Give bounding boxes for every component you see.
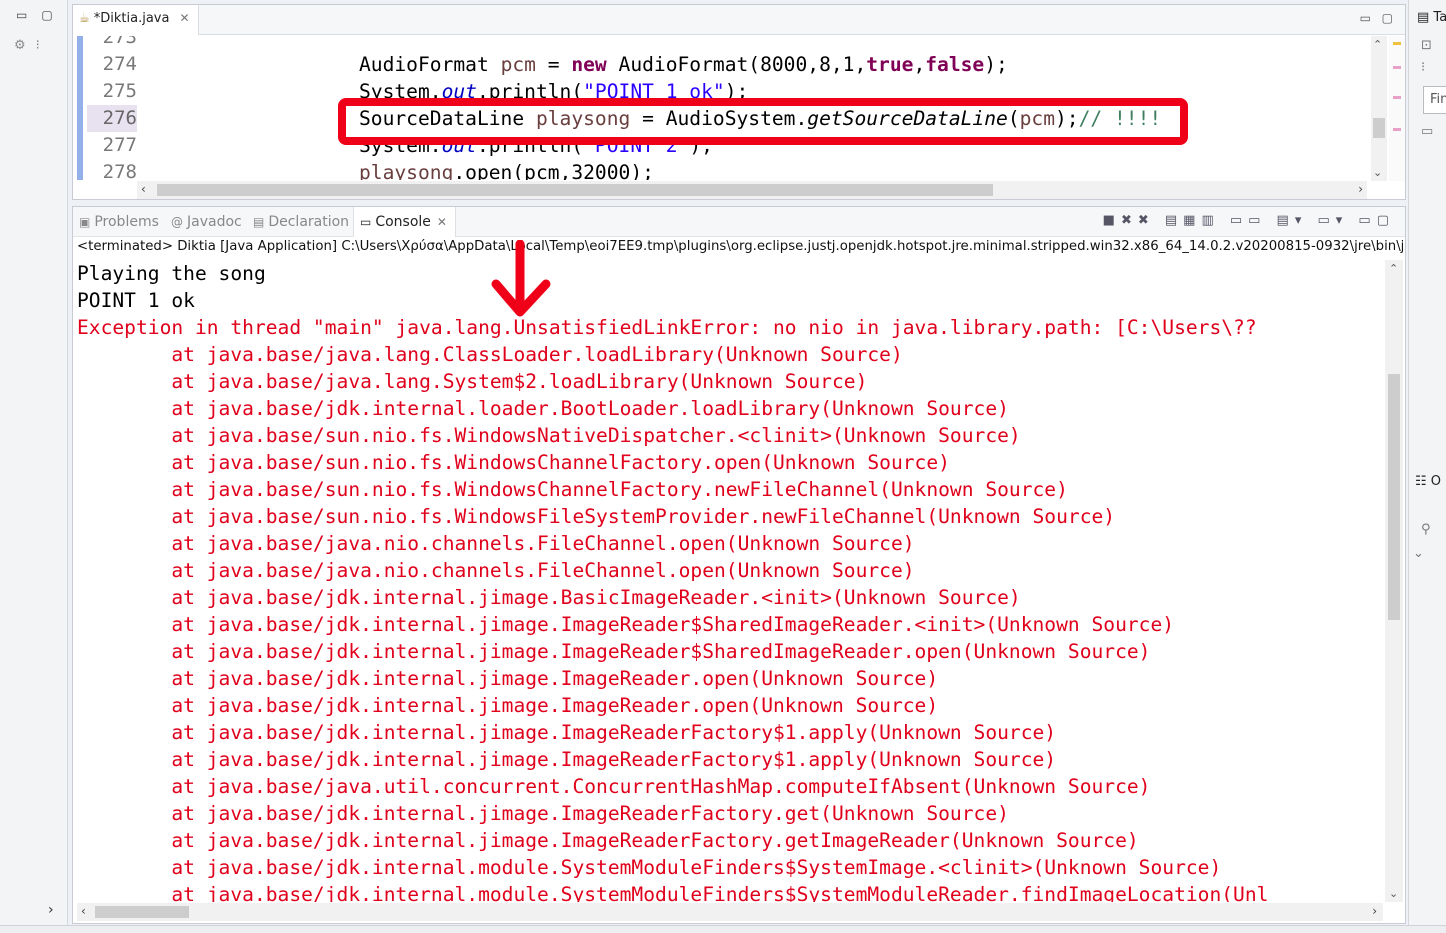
right-trim-bar: ▤ Ta ⊡ ⁝ Fin ▭ ☷ O ⚲ ⌄ [1408, 0, 1446, 933]
chevron-right-icon[interactable]: › [48, 902, 54, 918]
line-number-current: 276 [87, 105, 137, 132]
bottom-tab-bar: ▣ Problems @ Javadoc ▤ Declaration ▭ Console… [73, 207, 1405, 237]
stack-trace-line[interactable]: at java.base/jdk.internal.jimage.ImageRe… [77, 719, 1383, 746]
stack-trace-line[interactable]: at java.base/java.lang.ClassLoader.loadL… [77, 341, 1383, 368]
outline-tab[interactable]: ☷ O [1415, 474, 1441, 489]
stack-trace-line[interactable]: at java.base/jdk.internal.jimage.ImageRe… [77, 746, 1383, 773]
line-number-ruler: 273 274 275 276 277 278 [87, 36, 137, 180]
editor-vertical-scrollbar[interactable]: ⌃ ⌄ [1371, 36, 1387, 181]
stack-trace-line[interactable]: at java.base/jdk.internal.jimage.ImageRe… [77, 611, 1383, 638]
stack-trace-line[interactable]: at java.base/sun.nio.fs.WindowsChannelFa… [77, 476, 1383, 503]
code-line-278[interactable]: playsong.open(pcm,32000); [359, 159, 1161, 180]
javadoc-icon: @ [171, 215, 183, 229]
java-file-icon: ☕ [79, 11, 90, 25]
stack-trace-line[interactable]: at java.base/sun.nio.fs.WindowsFileSyste… [77, 503, 1383, 530]
problems-icon: ▣ [79, 215, 91, 229]
scroll-thumb[interactable] [95, 906, 189, 918]
stack-trace-line[interactable]: at java.base/jdk.internal.jimage.ImageRe… [77, 827, 1383, 854]
code-line-274[interactable]: AudioFormat pcm = new AudioFormat(8000,8… [359, 51, 1161, 78]
more-icon[interactable]: ⁝ [1421, 60, 1425, 75]
scroll-up-icon[interactable]: ⌃ [1389, 262, 1398, 275]
stack-trace-line[interactable]: at java.base/sun.nio.fs.WindowsChannelFa… [77, 449, 1383, 476]
code-line-277[interactable]: System.out.println("POINT 2"); [359, 132, 1161, 159]
tree-node-icon[interactable]: ⚲ [1421, 522, 1431, 537]
tab-declaration[interactable]: ▤ Declaration [253, 207, 349, 237]
java-editor: ☕ *Diktia.java ✕ ▭ ▢ 273 274 275 276 277… [72, 4, 1406, 200]
console-view: ▣ Problems @ Javadoc ▤ Declaration ▭ Console… [72, 206, 1406, 924]
annotation-marker[interactable] [1393, 96, 1401, 99]
stack-trace-line[interactable]: at java.base/java.nio.channels.FileChann… [77, 530, 1383, 557]
line-number: 274 [102, 53, 137, 75]
console-icon: ▭ [360, 215, 372, 229]
minimize-icon[interactable]: ▭ [1360, 11, 1371, 25]
scroll-thumb[interactable] [157, 184, 993, 196]
scroll-thumb[interactable] [1373, 118, 1385, 138]
declaration-icon: ▤ [253, 215, 265, 229]
editor-horizontal-scrollbar[interactable]: ‹ › [137, 181, 1367, 199]
chevron-down-icon[interactable]: ⌄ [1413, 546, 1424, 561]
console-vertical-scrollbar[interactable]: ⌃ ⌄ [1385, 260, 1403, 902]
left-trim-view-icons[interactable]: ⚙⁝ [14, 38, 50, 53]
console-toolbar[interactable]: ■✖✖ ▤▦▥ ▭▭ ▤▾ ▭▾ ▭▢ [1103, 213, 1395, 228]
left-trim-bar: ▭▢ ⚙⁝ › [0, 0, 68, 933]
stack-trace-line[interactable]: at java.base/jdk.internal.loader.BootLoa… [77, 395, 1383, 422]
close-icon[interactable]: ✕ [437, 215, 447, 229]
right-trim-tab[interactable]: ▤ Ta [1417, 10, 1446, 25]
stack-trace-line[interactable]: at java.base/java.lang.System$2.loadLibr… [77, 368, 1383, 395]
scroll-up-icon[interactable]: ⌃ [1373, 38, 1382, 51]
scroll-right-icon[interactable]: › [1358, 182, 1363, 196]
console-line: Playing the song [77, 262, 266, 285]
new-task-icon[interactable]: ⊡ [1421, 38, 1432, 53]
launch-description: <terminated> Diktia [Java Application] C… [77, 239, 1403, 254]
gutter-marker [77, 36, 83, 180]
maximize-icon[interactable]: ▢ [1382, 11, 1393, 25]
tab-javadoc[interactable]: @ Javadoc [171, 207, 242, 237]
filter-icon[interactable]: ▭ [1421, 124, 1433, 139]
stack-trace-line[interactable]: at java.base/java.nio.channels.FileChann… [77, 557, 1383, 584]
tab-console[interactable]: ▭ Console ✕ [353, 207, 456, 237]
code-lines[interactable]: AudioFormat pcm = new AudioFormat(8000,8… [359, 36, 1161, 180]
code-line-276[interactable]: SourceDataLine playsong = AudioSystem.ge… [359, 105, 1161, 132]
find-input[interactable]: Fin [1423, 86, 1446, 114]
scroll-left-icon[interactable]: ‹ [81, 904, 86, 918]
stack-trace-line[interactable]: at java.base/jdk.internal.jimage.BasicIm… [77, 584, 1383, 611]
line-number: 273 [102, 36, 137, 48]
line-number: 277 [102, 134, 137, 156]
left-trim-window-controls[interactable]: ▭▢ [16, 8, 67, 22]
warning-marker[interactable] [1393, 42, 1401, 45]
console-line: POINT 1 ok [77, 289, 195, 312]
editor-tab-title: *Diktia.java [93, 11, 170, 26]
stack-trace-line[interactable]: at java.base/jdk.internal.jimage.ImageRe… [77, 665, 1383, 692]
stack-trace-line[interactable]: at java.base/java.util.concurrent.Concur… [77, 773, 1383, 800]
tab-problems[interactable]: ▣ Problems [79, 207, 159, 237]
close-icon[interactable]: ✕ [179, 11, 189, 35]
stack-trace-line[interactable]: at java.base/jdk.internal.jimage.ImageRe… [77, 800, 1383, 827]
console-output[interactable]: Playing the song POINT 1 ok Exception in… [77, 260, 1383, 902]
console-horizontal-scrollbar[interactable]: ‹ › [77, 903, 1383, 921]
stack-trace-line[interactable]: at java.base/jdk.internal.jimage.ImageRe… [77, 638, 1383, 665]
scroll-left-icon[interactable]: ‹ [141, 182, 146, 196]
editor-tab-bar: ☕ *Diktia.java ✕ ▭ ▢ [73, 5, 1405, 35]
code-line-275[interactable]: System.out.println("POINT 1 ok"); [359, 78, 1161, 105]
line-number: 278 [102, 161, 137, 180]
annotation-marker[interactable] [1393, 128, 1401, 131]
stack-trace-line[interactable]: at java.base/sun.nio.fs.WindowsNativeDis… [77, 422, 1383, 449]
scroll-down-icon[interactable]: ⌄ [1373, 166, 1382, 179]
stack-trace-line[interactable]: at java.base/jdk.internal.jimage.ImageRe… [77, 692, 1383, 719]
annotation-marker[interactable] [1393, 66, 1401, 69]
line-number: 275 [102, 80, 137, 102]
editor-tab-diktia[interactable]: ☕ *Diktia.java ✕ [73, 5, 199, 35]
stack-trace-line[interactable]: at java.base/jdk.internal.module.SystemM… [77, 881, 1383, 902]
code-area[interactable]: 273 274 275 276 277 278 AudioFormat pcm … [73, 36, 1405, 180]
scroll-right-icon[interactable]: › [1372, 904, 1377, 918]
stack-trace-line[interactable]: at java.base/jdk.internal.module.SystemM… [77, 854, 1383, 881]
scroll-down-icon[interactable]: ⌄ [1389, 887, 1398, 900]
exception-line: Exception in thread "main" java.lang.Uns… [77, 316, 1257, 339]
overview-ruler[interactable] [1389, 36, 1405, 181]
scroll-thumb[interactable] [1388, 374, 1400, 620]
status-bar [0, 925, 1446, 933]
code-line-273[interactable] [359, 36, 1161, 51]
